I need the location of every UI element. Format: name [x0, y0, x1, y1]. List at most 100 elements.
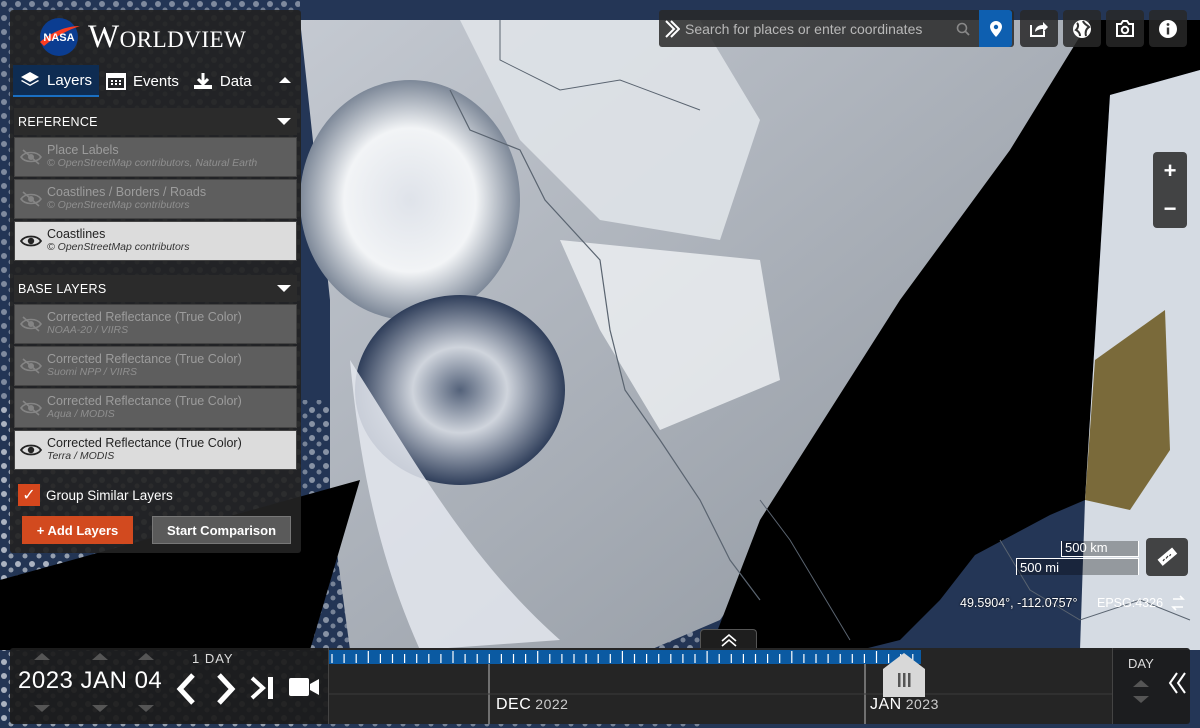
- layer-name: Coastlines / Borders / Roads: [47, 185, 207, 199]
- layer-attribution: © OpenStreetMap contributors: [47, 241, 190, 253]
- base-layers-header[interactable]: BASE LAYERS: [14, 275, 297, 302]
- download-icon: [193, 73, 212, 89]
- app-brand[interactable]: NASA Worldview: [10, 10, 301, 64]
- zoom-level-up-arrow[interactable]: [1133, 680, 1149, 687]
- group-similar-layers[interactable]: ✓ Group Similar Layers: [18, 484, 301, 506]
- svg-text:NASA: NASA: [43, 32, 74, 44]
- layer-name: Corrected Reflectance (True Color): [47, 352, 242, 366]
- add-layers-button[interactable]: + Add Layers: [22, 516, 133, 544]
- layer-sidebar: NASA Worldview Layers Events Data REFERE…: [10, 10, 301, 553]
- hide-timeline-icon[interactable]: [1168, 668, 1188, 698]
- coordinates-readout[interactable]: 49.5904°, -112.0757°: [960, 596, 1078, 610]
- tab-label: Events: [133, 72, 179, 90]
- collapse-sidebar-icon[interactable]: [277, 72, 293, 88]
- sidebar-tabs: Layers Events Data: [10, 64, 301, 98]
- timeline-date-handle[interactable]: [881, 653, 927, 697]
- section-title: REFERENCE: [18, 114, 98, 129]
- start-comparison-button[interactable]: Start Comparison: [152, 516, 291, 544]
- layer-attribution: Aqua / MODIS: [47, 408, 115, 420]
- layer-name: Corrected Reflectance (True Color): [47, 394, 242, 408]
- eye-hidden-icon[interactable]: [20, 191, 42, 207]
- info-button[interactable]: [1149, 10, 1187, 47]
- month-up-arrow[interactable]: [92, 653, 108, 660]
- scale-bar-mi: 500 mi: [1016, 558, 1139, 575]
- current-date[interactable]: 2023 JAN 04: [18, 667, 162, 695]
- calendar-icon: [106, 73, 127, 90]
- eye-icon[interactable]: [20, 233, 42, 249]
- layer-name: Corrected Reflectance (True Color): [47, 436, 242, 450]
- tab-label: Layers: [47, 71, 93, 89]
- chevron-down-icon[interactable]: [277, 285, 291, 292]
- tab-events[interactable]: Events: [99, 65, 186, 97]
- layer-attribution: NOAA-20 / VIIRS: [47, 324, 129, 336]
- year-up-arrow[interactable]: [34, 653, 50, 660]
- month-down-arrow[interactable]: [92, 705, 108, 712]
- layer-item[interactable]: Corrected Reflectance (True Color) Terra …: [14, 430, 297, 470]
- search-bar: [659, 10, 1014, 47]
- tab-data[interactable]: Data: [186, 65, 259, 97]
- tab-label: Data: [219, 72, 252, 90]
- layer-item[interactable]: Place Labels © OpenStreetMap contributors…: [14, 137, 297, 177]
- jump-to-latest-icon[interactable]: [250, 675, 278, 701]
- share-button[interactable]: [1020, 10, 1058, 47]
- layer-attribution: © OpenStreetMap contributors: [47, 199, 190, 211]
- search-icon[interactable]: [947, 22, 979, 36]
- time-interval[interactable]: 1 DAY: [192, 651, 234, 666]
- timeline-expand-button[interactable]: [700, 629, 757, 649]
- eye-hidden-icon[interactable]: [20, 316, 42, 332]
- search-input[interactable]: [685, 10, 947, 47]
- camera-icon: [1116, 20, 1134, 37]
- share-icon: [1030, 21, 1048, 37]
- eye-hidden-icon[interactable]: [20, 358, 42, 374]
- layer-item[interactable]: Corrected Reflectance (True Color) NOAA-2…: [14, 304, 297, 344]
- chevron-down-icon[interactable]: [277, 118, 291, 125]
- layer-item[interactable]: Coastlines © OpenStreetMap contributors: [14, 221, 297, 261]
- step-back-icon[interactable]: [173, 672, 199, 706]
- date-selector: 2023 JAN 04 1 DAY: [10, 648, 326, 724]
- timeline-zoom-label[interactable]: DAY: [1128, 656, 1154, 671]
- projection-globe-icon: [1073, 19, 1091, 38]
- eye-icon[interactable]: [20, 442, 42, 458]
- chevron-up-icon: [720, 633, 737, 647]
- day-up-arrow[interactable]: [138, 653, 154, 660]
- check-icon: ✓: [22, 487, 36, 504]
- expand-search-icon[interactable]: [659, 10, 685, 47]
- nasa-logo: NASA: [40, 18, 80, 56]
- measure-button[interactable]: [1146, 538, 1188, 576]
- zoom-level-down-arrow[interactable]: [1133, 696, 1149, 703]
- base-layer-list: Corrected Reflectance (True Color) NOAA-2…: [10, 304, 301, 470]
- layer-item[interactable]: Coastlines / Borders / Roads © OpenStreet…: [14, 179, 297, 219]
- zoom-in-button[interactable]: +: [1153, 152, 1187, 190]
- step-forward-icon[interactable]: [213, 672, 239, 706]
- section-title: BASE LAYERS: [18, 281, 107, 296]
- scale-bar-km: 500 km: [1061, 541, 1139, 557]
- timeline-month-label: JAN 2023: [870, 696, 939, 713]
- reference-layer-list: Place Labels © OpenStreetMap contributors…: [10, 137, 301, 261]
- day-down-arrow[interactable]: [138, 705, 154, 712]
- projection-button[interactable]: [1063, 10, 1101, 47]
- timeline-axis[interactable]: DEC 2022 JAN 2023: [328, 648, 1113, 724]
- snapshot-button[interactable]: [1106, 10, 1144, 47]
- map-pin-icon[interactable]: [979, 10, 1012, 47]
- year-down-arrow[interactable]: [34, 705, 50, 712]
- zoom-out-button[interactable]: −: [1153, 190, 1187, 228]
- timeline-month-label: DEC 2022: [496, 696, 569, 713]
- timeline-zoom-level: DAY: [1112, 648, 1168, 724]
- layers-icon: [21, 72, 39, 86]
- layer-attribution: Suomi NPP / VIIRS: [47, 366, 138, 378]
- zoom-controls: + −: [1153, 152, 1187, 228]
- group-similar-label: Group Similar Layers: [46, 487, 173, 503]
- reference-header[interactable]: REFERENCE: [14, 108, 297, 135]
- swap-coordinate-format-icon[interactable]: [1170, 594, 1186, 612]
- layer-item[interactable]: Corrected Reflectance (True Color) Aqua /…: [14, 388, 297, 428]
- worldview-app: NASA Worldview Layers Events Data REFERE…: [0, 0, 1200, 728]
- eye-hidden-icon[interactable]: [20, 149, 42, 165]
- timeline-month-lines: [329, 664, 1113, 724]
- group-similar-checkbox[interactable]: ✓: [18, 484, 40, 506]
- tab-layers[interactable]: Layers: [13, 65, 100, 97]
- eye-hidden-icon[interactable]: [20, 400, 42, 416]
- animation-camera-icon[interactable]: [288, 676, 320, 698]
- timeline: 2023 JAN 04 1 DAY DEC 2022 JAN 2023 DAY: [10, 648, 1190, 724]
- layer-item[interactable]: Corrected Reflectance (True Color) Suomi …: [14, 346, 297, 386]
- info-icon: [1159, 19, 1177, 38]
